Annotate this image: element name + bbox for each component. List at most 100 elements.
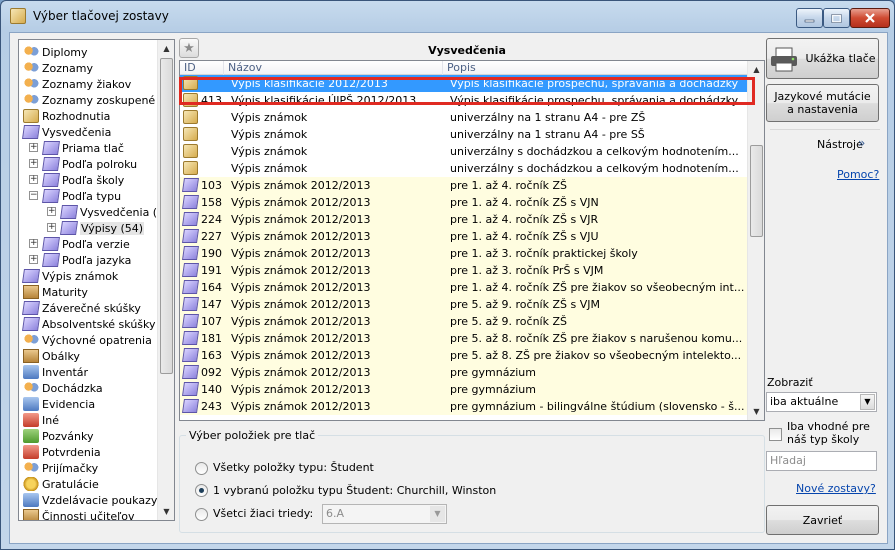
column-header-name[interactable]: Názov [224,61,443,75]
expand-icon[interactable]: + [29,239,38,248]
tree-scrollbar[interactable]: ▲ ▼ [157,40,174,520]
expand-icon[interactable]: + [29,255,38,264]
tree-item[interactable]: Potvrdenia [23,444,101,460]
report-category-tree[interactable]: Diplomy Zoznamy Zoznamy žiakov Zoznamy zosk… [18,39,175,521]
language-settings-button[interactable]: Jazykové mutácie a nastavenia [766,84,879,122]
tree-item[interactable]: Evidencia [23,396,95,412]
table-row[interactable]: Výpis klasifikácie 2012/2013 Výpis klasif… [180,75,748,92]
close-window-button[interactable] [850,8,890,28]
tree-item[interactable]: Priama tlač [42,140,124,156]
tree-item[interactable]: Rozhodnutia [23,108,110,124]
table-row[interactable]: Výpis známok univerzálny s dochádzkou a c… [180,143,748,160]
table-row[interactable]: 092 Výpis známok 2012/2013 pre gymnázium [180,364,748,381]
tree-item[interactable]: Podľa typu [42,188,121,204]
table-row[interactable]: Výpis známok univerzálny s dochádzkou a c… [180,160,748,177]
table-row[interactable]: 103 Výpis známok 2012/2013 pre 1. až 4. ro… [180,177,748,194]
maximize-button[interactable] [823,8,850,28]
new-reports-link[interactable]: Nové zostavy? [796,482,876,495]
scroll-down-icon[interactable]: ▼ [748,403,764,420]
tree-item[interactable]: Vysvedčenia [22,124,111,140]
radio-one-item-label[interactable]: 1 vybranú položku typu Študent: Churchil… [213,484,496,497]
table-row[interactable]: 190 Výpis známok 2012/2013 pre 1. až 3. ro… [180,245,748,262]
certificate-icon [182,280,199,294]
tree-item[interactable]: Podľa verzie [42,236,130,252]
minimize-button[interactable] [796,8,823,28]
tree-item[interactable]: Činnosti učiteľov [23,508,135,520]
expand-icon[interactable]: + [47,223,56,232]
table-row[interactable]: 140 Výpis známok 2012/2013 pre gymnázium [180,381,748,398]
radio-class-students-label[interactable]: Všetci žiaci triedy: [213,507,313,520]
table-row[interactable]: 164 Výpis známok 2012/2013 pre 1. až 4. ro… [180,279,748,296]
column-header-id[interactable]: ID [180,61,224,75]
tree-item[interactable]: Podľa školy [42,172,124,188]
tree-item[interactable]: Výpisy (54) [60,220,145,236]
show-filter-select[interactable]: iba aktuálne ▼ [766,392,877,412]
tree-item[interactable]: Podľa jazyka [42,252,131,268]
scroll-up-icon[interactable]: ▲ [748,61,764,78]
expand-icon[interactable]: + [29,175,38,184]
tree-item[interactable]: Prijímačky [23,460,98,476]
expand-icon[interactable]: + [47,207,56,216]
report-icon [183,76,198,90]
tree-item[interactable]: Inventár [23,364,88,380]
tree-item[interactable]: Vzdelávacie poukazy [23,492,157,508]
table-row[interactable]: 163 Výpis známok 2012/2013 pre 5. až 8. ZŠ… [180,347,748,364]
search-input[interactable]: Hľadaj [766,451,877,471]
report-icon [183,144,198,158]
table-row[interactable]: 191 Výpis známok 2012/2013 pre 1. až 3. ro… [180,262,748,279]
tree-item[interactable]: Zoznamy žiakov [23,76,131,92]
table-row[interactable]: 227 Výpis známok 2012/2013 pre 1. až 4. ro… [180,228,748,245]
expand-icon[interactable]: + [29,159,38,168]
table-row[interactable]: 224 Výpis známok 2012/2013 pre 1. až 4. ro… [180,211,748,228]
cell-name: Výpis známok 2012/2013 [231,400,371,413]
list-scrollbar[interactable]: ▲ ▼ [747,61,764,420]
tree-item[interactable]: Vysvedčenia (5 [60,204,158,220]
tree-item[interactable]: Výchovné opatrenia [23,332,152,348]
tree-item[interactable]: Dochádzka [23,380,103,396]
title-bar[interactable]: Výber tlačovej zostavy [1,1,894,33]
suitable-school-label[interactable]: Iba vhodné pre náš typ školy [787,420,870,446]
column-header-description[interactable]: Popis [443,61,748,75]
tree-item[interactable]: Iné [23,412,59,428]
table-row[interactable]: 158 Výpis známok 2012/2013 pre 1. až 4. ro… [180,194,748,211]
tree-item[interactable]: Gratulácie [23,476,99,492]
scroll-up-icon[interactable]: ▲ [158,40,174,57]
expand-icon[interactable]: + [29,143,38,152]
radio-all-items[interactable] [195,462,208,475]
suitable-school-checkbox[interactable] [769,428,782,441]
tree-item[interactable]: Podľa polroku [42,156,137,172]
tree-item[interactable]: Výpis známok [22,268,118,284]
tree-item[interactable]: Maturity [23,284,88,300]
collapse-icon[interactable]: − [29,191,38,200]
class-select[interactable]: 6.A ▼ [322,504,447,524]
double-chevron-down-icon[interactable]: » [858,136,865,150]
tools-label[interactable]: Nástroje [817,138,863,151]
radio-all-items-label[interactable]: Všetky položky typu: Študent [213,461,374,474]
print-preview-button[interactable]: Ukážka tlače [766,38,879,79]
tree-item[interactable]: Diplomy [23,44,88,60]
tree-item[interactable]: Pozvánky [23,428,93,444]
help-link[interactable]: Pomoc? [837,168,879,181]
table-row[interactable]: Výpis známok univerzálny na 1 stranu A4 -… [180,109,748,126]
certificate-icon [60,221,78,235]
radio-class-students[interactable] [195,508,208,521]
cell-desc: pre gymnázium [450,366,536,379]
tree-item[interactable]: Zoznamy zoskupené [23,92,155,108]
list-scroll-thumb[interactable] [750,145,763,237]
tree-item[interactable]: Absolventské skúšky [22,316,156,332]
table-row[interactable]: 147 Výpis známok 2012/2013 pre 5. až 9. ro… [180,296,748,313]
tree-item[interactable]: Zoznamy [23,60,93,76]
close-button[interactable]: Zavrieť [766,505,879,535]
print-selection-legend: Výber položiek pre tlač [186,429,319,442]
table-row[interactable]: Výpis známok univerzálny na 1 stranu A4 -… [180,126,748,143]
report-list[interactable]: ID Názov Popis Výpis klasifikácie 2012/2… [179,60,765,421]
tree-item[interactable]: Záverečné skúšky [22,300,141,316]
table-row[interactable]: 107 Výpis známok 2012/2013 pre 5. až 9. ro… [180,313,748,330]
scroll-down-icon[interactable]: ▼ [158,503,174,520]
tree-item[interactable]: Obálky [23,348,80,364]
table-row[interactable]: 413 Výpis klasifikácie ÚIPŠ 2012/2013 Výpi… [180,92,748,109]
radio-one-item[interactable] [195,484,208,497]
tree-scroll-thumb[interactable] [160,58,173,374]
table-row[interactable]: 181 Výpis známok 2012/2013 pre 5. až 8. ro… [180,330,748,347]
table-row[interactable]: 243 Výpis známok 2012/2013 pre gymnázium -… [180,398,748,415]
